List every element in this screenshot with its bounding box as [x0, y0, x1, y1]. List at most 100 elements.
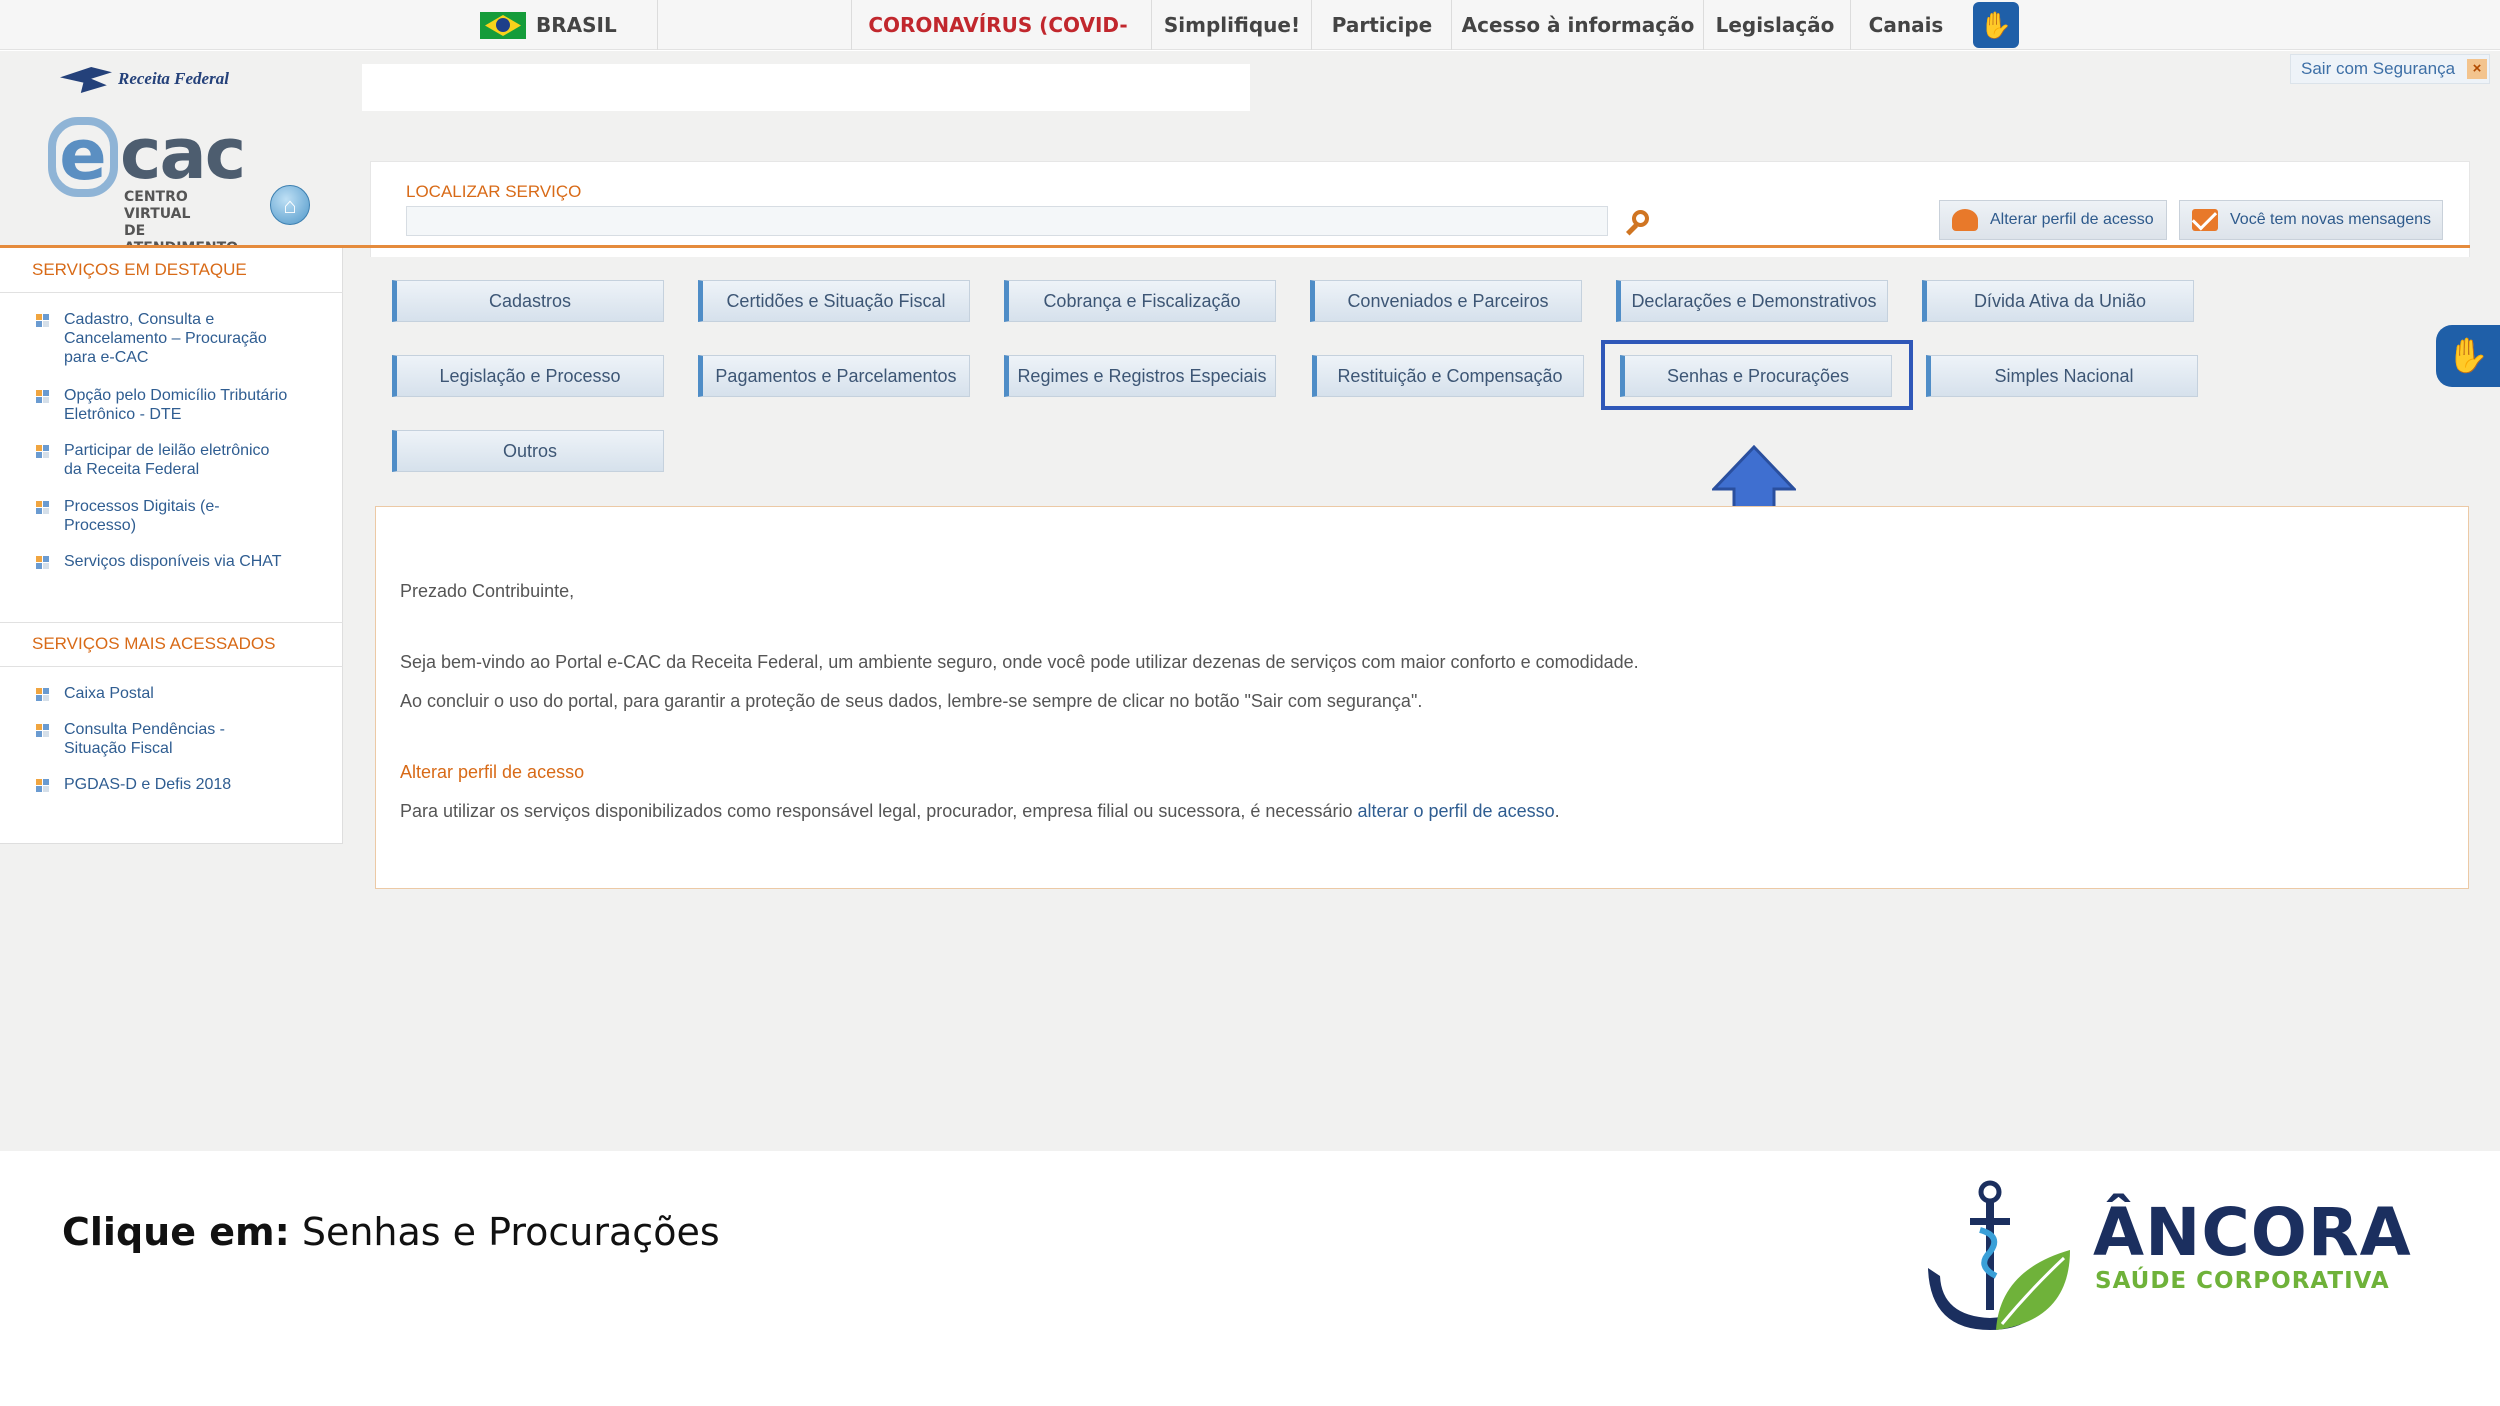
gov-separator: [1151, 0, 1152, 50]
service-button-legislacao[interactable]: Legislação e Processo: [392, 355, 664, 397]
sidebar-item-caixa-postal[interactable]: Caixa Postal: [32, 684, 312, 703]
sidebar-item-line: para e-CAC: [64, 349, 149, 366]
sidebar-item-line: Serviços disponíveis via CHAT: [64, 553, 282, 570]
ancora-tagline: SAÚDE CORPORATIVA: [2095, 1268, 2390, 1294]
welcome-line-2: Ao concluir o uso do portal, para garant…: [400, 691, 1423, 711]
sidebar-item-line: Cancelamento – Procuração: [64, 330, 267, 347]
gov-separator: [1703, 0, 1704, 50]
home-icon[interactable]: ⌂: [270, 185, 310, 225]
gov-separator: [1451, 0, 1452, 50]
logout-label: Sair com Segurança: [2301, 59, 2456, 78]
gov-link-canais[interactable]: Canais: [1858, 0, 1954, 50]
gov-separator: [851, 0, 852, 50]
bullet-grid-icon: [36, 390, 49, 403]
ecac-logo-wordmark: cac: [120, 113, 246, 195]
gov-separator: [1850, 0, 1851, 50]
gov-link-covid[interactable]: CORONAVÍRUS (COVID-19): [858, 0, 1138, 87]
ancora-logo: ÂNCORA SAÚDE CORPORATIVA: [1920, 1180, 2420, 1350]
service-button-restituicao[interactable]: Restituição e Compensação: [1312, 355, 1584, 397]
bullet-grid-icon: [36, 779, 49, 792]
libras-hand-icon[interactable]: ✋: [2436, 325, 2500, 387]
sidebar-item-procuracao[interactable]: Cadastro, Consulta e Cancelamento – Proc…: [32, 310, 312, 367]
bullet-grid-icon: [36, 724, 49, 737]
welcome-panel: Prezado Contribuinte, Seja bem-vindo ao …: [375, 506, 2469, 889]
search-label: LOCALIZAR SERVIÇO: [406, 182, 582, 201]
sidebar-divider: [0, 666, 343, 667]
change-profile-link[interactable]: alterar o perfil de acesso: [1357, 801, 1554, 821]
service-button-outros[interactable]: Outros: [392, 430, 664, 472]
bullet-grid-icon: [36, 688, 49, 701]
sidebar-item-line: PGDAS-D e Defis 2018: [64, 776, 232, 793]
sidebar: SERVIÇOS EM DESTAQUE Cadastro, Consulta …: [0, 248, 343, 844]
service-button-certidoes[interactable]: Certidões e Situação Fiscal: [698, 280, 970, 322]
welcome-profile-text: Para utilizar os serviços disponibilizad…: [400, 801, 1560, 822]
ecac-logo: e cac CENTRO VIRTUAL DE ATENDIMENTO: [48, 113, 248, 256]
bullet-grid-icon: [36, 501, 49, 514]
sidebar-item-pgdas[interactable]: PGDAS-D e Defis 2018: [32, 775, 312, 794]
service-button-divida-ativa[interactable]: Dívida Ativa da União: [1922, 280, 2194, 322]
sidebar-item-line: Situação Fiscal: [64, 740, 173, 757]
sidebar-item-line: Processos Digitais (e-: [64, 498, 220, 515]
messages-label: Você tem novas mensagens: [2230, 211, 2432, 228]
service-button-cadastros[interactable]: Cadastros: [392, 280, 664, 322]
sidebar-item-processos-digitais[interactable]: Processos Digitais (e- Processo): [32, 497, 312, 535]
service-button-declaracoes[interactable]: Declarações e Demonstrativos: [1616, 280, 1888, 322]
ecac-app: Receita Federal e cac CENTRO VIRTUAL DE …: [0, 51, 2500, 1151]
gov-link-acesso-informacao[interactable]: Acesso à informação: [1458, 0, 1698, 50]
search-icon-handle: [1625, 223, 1639, 236]
receita-federal-bird-icon: [60, 67, 112, 93]
bullet-grid-icon: [36, 556, 49, 569]
caption-text: Senhas e Procurações: [289, 1210, 720, 1254]
receita-federal-logo: Receita Federal: [60, 63, 240, 97]
sidebar-item-line: da Receita Federal: [64, 461, 200, 478]
caption-bold: Clique em:: [62, 1210, 290, 1254]
bullet-grid-icon: [36, 445, 49, 458]
ancora-wordmark: ÂNCORA: [2093, 1194, 2412, 1271]
sidebar-item-line: Opção pelo Domicílio Tributário: [64, 387, 288, 404]
gov-link-participe[interactable]: Participe: [1318, 0, 1446, 50]
gov-link-simplifique[interactable]: Simplifique!: [1158, 0, 1306, 50]
change-profile-button[interactable]: Alterar perfil de acesso: [1939, 200, 2167, 240]
sidebar-item-line: Participar de leilão eletrônico: [64, 442, 270, 459]
gov-top-bar: BRASIL CORONAVÍRUS (COVID-19) Simplifiqu…: [0, 0, 2500, 87]
header-divider: [0, 245, 2470, 248]
gov-separator: [1311, 0, 1312, 50]
sidebar-popular-title: SERVIÇOS MAIS ACESSADOS: [32, 634, 276, 653]
sidebar-item-dte[interactable]: Opção pelo Domicílio Tributário Eletrôni…: [32, 386, 312, 424]
sidebar-item-chat[interactable]: Serviços disponíveis via CHAT: [32, 552, 312, 571]
sidebar-item-pendencias[interactable]: Consulta Pendências - Situação Fiscal: [32, 720, 312, 758]
ecac-logo-letter: e: [48, 117, 118, 197]
sidebar-highlight-title: SERVIÇOS EM DESTAQUE: [32, 260, 247, 279]
sidebar-divider: [0, 622, 343, 623]
service-button-cobranca[interactable]: Cobrança e Fiscalização: [1004, 280, 1276, 322]
gov-link-legislacao[interactable]: Legislação: [1710, 0, 1840, 50]
sidebar-divider: [0, 292, 343, 293]
search-input[interactable]: [406, 206, 1608, 236]
welcome-profile-text-body: Para utilizar os serviços disponibilizad…: [400, 801, 1358, 821]
header-banner-area: [362, 64, 1250, 111]
sidebar-item-line: Cadastro, Consulta e: [64, 311, 215, 328]
sidebar-item-line: Processo): [64, 517, 137, 534]
close-icon[interactable]: ×: [2467, 59, 2487, 79]
search-panel: LOCALIZAR SERVIÇO Alterar perfil de aces…: [370, 161, 2470, 257]
welcome-profile-heading: Alterar perfil de acesso: [400, 762, 585, 782]
gov-separator: [657, 0, 658, 50]
welcome-profile-text-end: .: [1554, 801, 1560, 821]
service-button-pagamentos[interactable]: Pagamentos e Parcelamentos: [698, 355, 970, 397]
welcome-greeting: Prezado Contribuinte,: [400, 581, 575, 601]
instruction-caption: Clique em: Senhas e Procurações: [62, 1210, 720, 1254]
service-button-regimes[interactable]: Regimes e Registros Especiais: [1004, 355, 1276, 397]
brazil-flag-icon: [480, 12, 526, 39]
change-profile-label: Alterar perfil de acesso: [1990, 211, 2154, 228]
welcome-line-1: Seja bem-vindo ao Portal e-CAC da Receit…: [400, 652, 1639, 672]
service-button-conveniados[interactable]: Conveniados e Parceiros: [1310, 280, 1582, 322]
libras-hand-icon[interactable]: ✋: [1973, 2, 2019, 48]
gov-brasil-link[interactable]: BRASIL: [536, 0, 617, 50]
search-icon[interactable]: [1623, 208, 1651, 236]
sidebar-item-leilao[interactable]: Participar de leilão eletrônico da Recei…: [32, 441, 312, 479]
user-profile-icon: [1952, 209, 1978, 231]
receita-federal-wordmark: Receita Federal: [118, 69, 229, 88]
messages-button[interactable]: Você tem novas mensagens: [2179, 200, 2443, 240]
logout-button[interactable]: Sair com Segurança ×: [2290, 54, 2490, 84]
service-button-simples-nacional[interactable]: Simples Nacional: [1926, 355, 2198, 397]
